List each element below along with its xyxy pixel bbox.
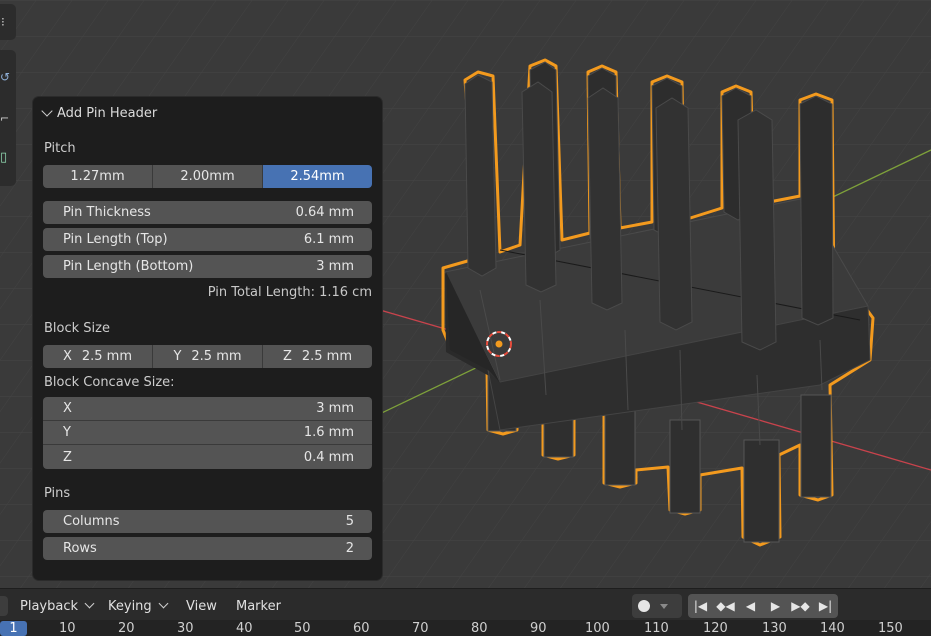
- axis-label: Y: [173, 349, 182, 364]
- prev-keyframe-icon[interactable]: ◆◀: [713, 594, 738, 618]
- ruler-tick: 80: [471, 621, 488, 636]
- measure-tool-icon[interactable]: ⌐: [0, 112, 9, 125]
- keying-menu[interactable]: Keying: [100, 596, 175, 616]
- block-size-y[interactable]: Y 2.5 mm: [153, 345, 263, 368]
- axis-value: 2.5 mm: [191, 349, 242, 364]
- axis-label: Z: [282, 349, 292, 364]
- block-size-z[interactable]: Z 2.5 mm: [263, 345, 372, 368]
- field-label: Pin Thickness: [63, 205, 151, 220]
- pin-thickness-field[interactable]: Pin Thickness 0.64 mm: [43, 201, 372, 224]
- pin-total-length-info: Pin Total Length: 1.16 cm: [207, 285, 372, 300]
- axis-label: X: [62, 349, 72, 364]
- pitch-option-1-27[interactable]: 1.27mm: [43, 165, 153, 188]
- ruler-tick: 90: [530, 621, 547, 636]
- block-size-label: Block Size: [44, 321, 110, 336]
- block-concave-x[interactable]: X 3 mm: [43, 397, 372, 421]
- play-icon[interactable]: ▶: [763, 594, 788, 618]
- field-label: Pin Length (Bottom): [63, 259, 194, 274]
- ruler-tick: 120: [703, 621, 728, 636]
- block-size-fields[interactable]: X 2.5 mm Y 2.5 mm Z 2.5 mm: [43, 345, 372, 368]
- record-icon: [638, 600, 650, 612]
- add-cube-tool-icon[interactable]: ▯: [0, 150, 7, 165]
- ruler-tick: 10: [59, 621, 76, 636]
- ruler-tick: 40: [236, 621, 253, 636]
- ruler-tick: 60: [353, 621, 370, 636]
- editor-type-button[interactable]: [0, 596, 8, 616]
- axis-value: 1.6 mm: [303, 425, 354, 440]
- field-value: 2: [345, 541, 354, 556]
- ruler-tick: 140: [820, 621, 845, 636]
- playback-controls: |◀ ◆◀ ◀ ▶ ▶◆ ▶|: [688, 594, 838, 618]
- pin-length-bottom-field[interactable]: Pin Length (Bottom) 3 mm: [43, 255, 372, 278]
- field-label: Rows: [63, 541, 97, 556]
- view-menu[interactable]: View: [186, 596, 217, 616]
- bottom-pin: [743, 439, 780, 543]
- field-label: Pin Length (Top): [63, 232, 168, 247]
- field-value: 5: [345, 514, 354, 529]
- panel-title: Add Pin Header: [57, 105, 158, 121]
- ruler-tick: 150: [878, 621, 903, 636]
- playback-menu[interactable]: Playback: [12, 596, 101, 616]
- timeline-header: Playback Keying View Marker |◀ ◆◀ ◀ ▶ ▶◆…: [0, 588, 931, 621]
- tool-icon: ⁝: [1, 15, 5, 29]
- jump-end-icon[interactable]: ▶|: [813, 594, 838, 618]
- axis-value: 2.5 mm: [301, 349, 353, 364]
- axis-value: 0.4 mm: [303, 449, 354, 465]
- field-value: 6.1 mm: [303, 232, 354, 247]
- ruler-tick: 110: [644, 621, 669, 636]
- axis-label: Z: [63, 449, 72, 465]
- ruler-tick: 30: [177, 621, 194, 636]
- frame-ruler[interactable]: 1 10 20 30 40 50 60 70 80 90 100 110 120…: [0, 620, 931, 636]
- block-concave-y[interactable]: Y 1.6 mm: [43, 421, 372, 445]
- marker-menu[interactable]: Marker: [236, 596, 281, 616]
- field-label: Columns: [63, 514, 120, 529]
- pitch-option-2-54[interactable]: 2.54mm: [263, 165, 372, 188]
- bottom-pin: [669, 419, 701, 514]
- play-reverse-icon[interactable]: ◀: [738, 594, 763, 618]
- pins-label: Pins: [44, 486, 71, 501]
- toolbar-tool-button[interactable]: ⁝: [0, 4, 16, 40]
- add-pin-header-panel[interactable]: Add Pin Header Pitch 1.27mm 2.00mm 2.54m…: [33, 97, 382, 580]
- block-concave-z[interactable]: Z 0.4 mm: [43, 445, 372, 469]
- jump-start-icon[interactable]: |◀: [688, 594, 713, 618]
- ruler-tick: 130: [762, 621, 787, 636]
- axis-value: 2.5 mm: [81, 349, 133, 364]
- menu-label: Playback: [20, 598, 79, 614]
- pitch-selector[interactable]: 1.27mm 2.00mm 2.54mm: [43, 165, 372, 188]
- panel-header[interactable]: Add Pin Header: [41, 104, 158, 122]
- pitch-label: Pitch: [44, 141, 76, 156]
- current-frame-indicator[interactable]: 1: [0, 621, 27, 636]
- chevron-down-icon[interactable]: [660, 603, 668, 609]
- block-concave-fields[interactable]: X 3 mm Y 1.6 mm Z 0.4 mm: [43, 397, 372, 469]
- ruler-tick: 50: [294, 621, 311, 636]
- ruler-tick: 100: [585, 621, 610, 636]
- menu-label: Keying: [108, 598, 152, 614]
- block-size-x[interactable]: X 2.5 mm: [43, 345, 153, 368]
- axis-label: X: [63, 401, 72, 416]
- block-concave-label: Block Concave Size:: [44, 375, 175, 390]
- axis-value: 3 mm: [316, 401, 354, 416]
- pitch-option-2-00[interactable]: 2.00mm: [153, 165, 263, 188]
- rotate-tool-icon[interactable]: ↺: [0, 70, 10, 84]
- axis-label: Y: [63, 425, 71, 440]
- toolbar-group[interactable]: ↺ ⌐ ▯: [0, 50, 16, 186]
- field-value: 3 mm: [316, 259, 354, 274]
- rows-field[interactable]: Rows 2: [43, 537, 372, 560]
- field-value: 0.64 mm: [295, 205, 354, 220]
- pin-length-top-field[interactable]: Pin Length (Top) 6.1 mm: [43, 228, 372, 251]
- ruler-tick: 20: [118, 621, 135, 636]
- chevron-down-icon[interactable]: [41, 104, 53, 117]
- bottom-pin: [800, 394, 832, 498]
- auto-keying-toggle[interactable]: [632, 594, 682, 618]
- ruler-tick: 70: [412, 621, 429, 636]
- columns-field[interactable]: Columns 5: [43, 510, 372, 533]
- next-keyframe-icon[interactable]: ▶◆: [788, 594, 813, 618]
